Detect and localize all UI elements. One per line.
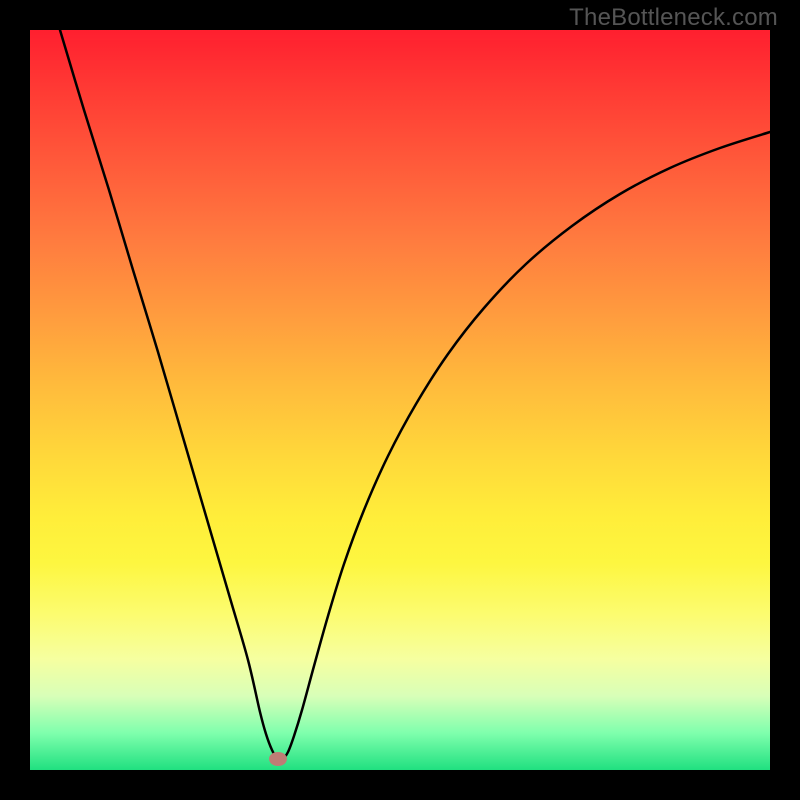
bottleneck-curve — [60, 30, 770, 761]
chart-frame: TheBottleneck.com — [0, 0, 800, 800]
watermark-text: TheBottleneck.com — [569, 4, 778, 32]
chart-svg — [30, 30, 770, 770]
minimum-marker-dot — [269, 752, 287, 766]
plot-area — [30, 30, 770, 770]
